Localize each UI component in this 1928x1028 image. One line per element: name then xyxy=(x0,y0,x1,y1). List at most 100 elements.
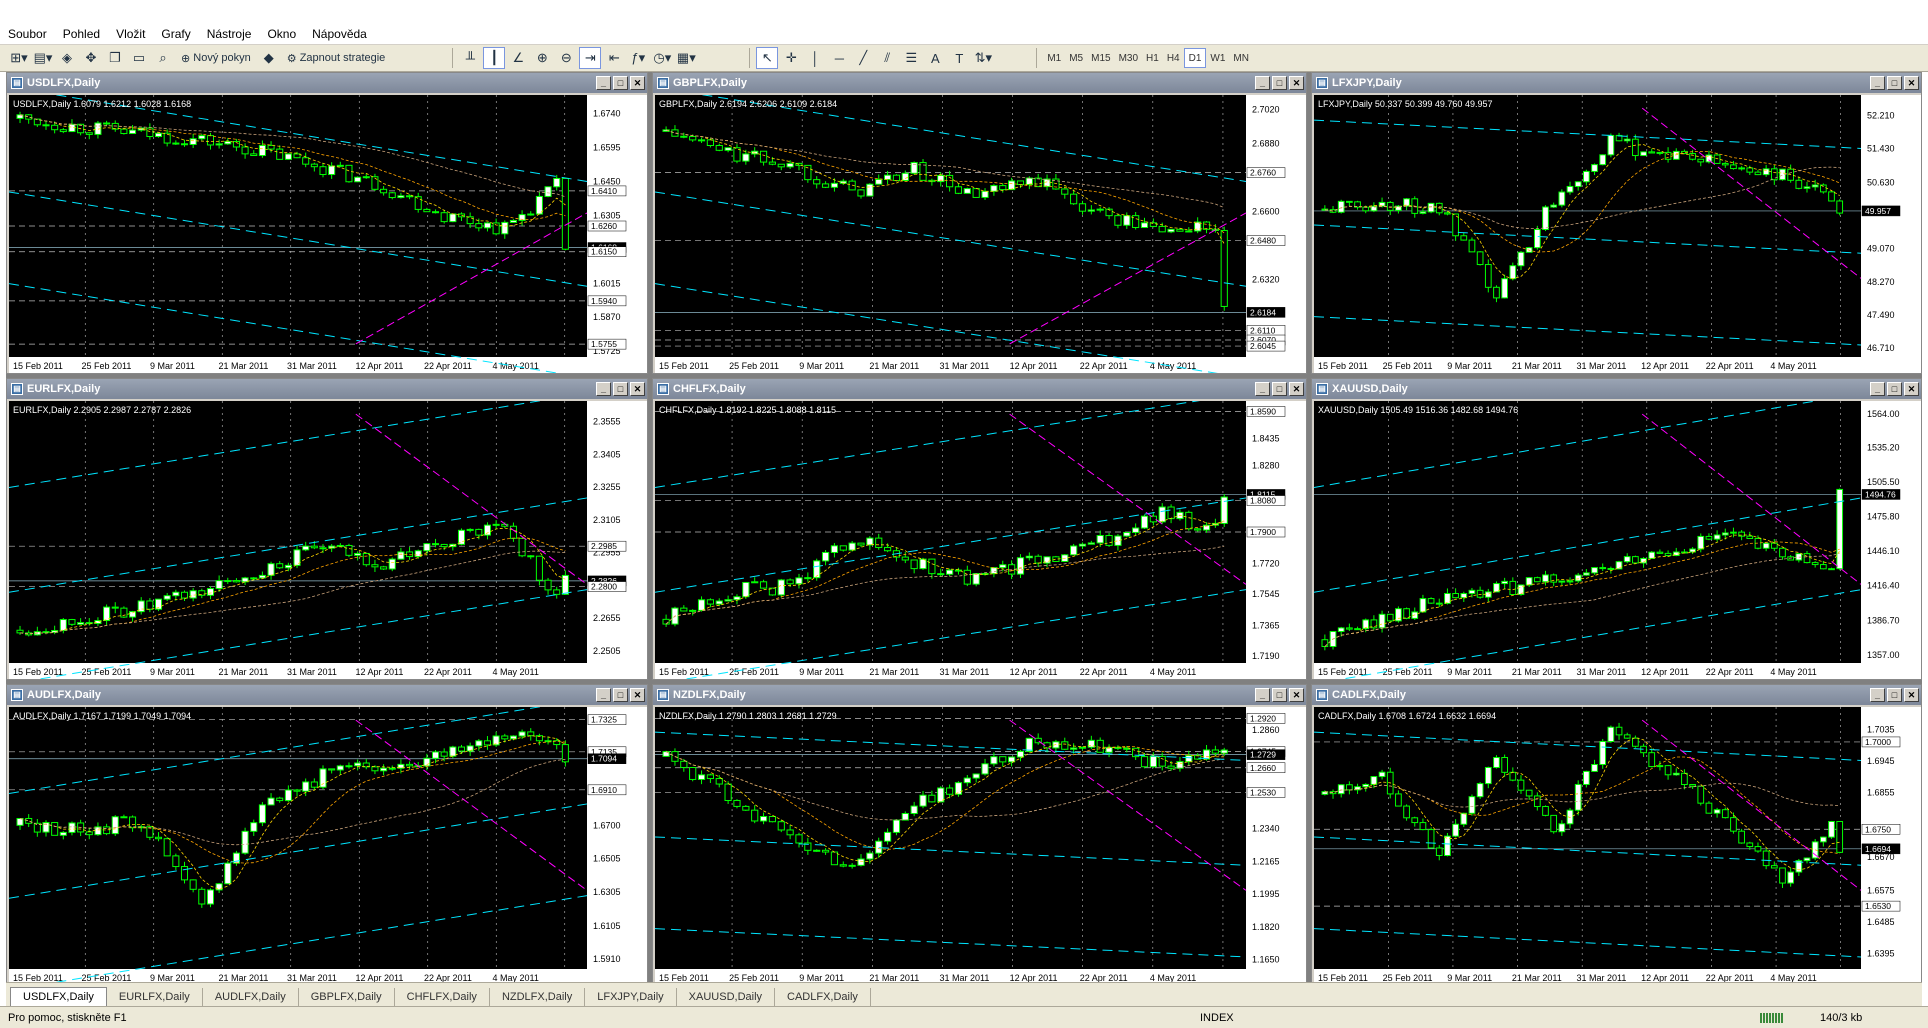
minimize-button[interactable]: _ xyxy=(596,382,611,396)
candle-chart-icon[interactable]: ┃ xyxy=(483,47,506,69)
minimize-button[interactable]: _ xyxy=(596,688,611,702)
chart-shift-icon[interactable]: ⇤ xyxy=(603,47,625,69)
close-button[interactable]: ✕ xyxy=(630,382,645,396)
text-tool[interactable]: A xyxy=(924,47,946,69)
chart-titlebar[interactable]: ▤ LFXJPY,Daily _ □ ✕ xyxy=(1312,73,1921,93)
close-button[interactable]: ✕ xyxy=(630,76,645,90)
close-button[interactable]: ✕ xyxy=(1289,382,1304,396)
maximize-button[interactable]: □ xyxy=(1272,76,1287,90)
chart-window[interactable]: ▤ AUDLFX,Daily _ □ ✕ 15 Feb 2011 25 Feb 2011 9 … xyxy=(6,684,648,986)
zoom-out-icon[interactable]: ⊖ xyxy=(555,47,577,69)
periods-icon[interactable]: ◷▾ xyxy=(651,47,673,69)
bar-chart-icon[interactable]: ╨ xyxy=(459,47,481,69)
close-button[interactable]: ✕ xyxy=(1289,688,1304,702)
chart-window[interactable]: ▤ GBPLFX,Daily _ □ ✕ 15 Feb 2011 25 Feb 2011 9 … xyxy=(652,72,1307,374)
chart-window[interactable]: ▤ EURLFX,Daily _ □ ✕ 15 Feb 2011 25 Feb 2011 9 … xyxy=(6,378,648,680)
menu-file[interactable]: Soubor xyxy=(8,27,47,41)
menu-view[interactable]: Pohled xyxy=(63,27,100,41)
timeframe-mn[interactable]: MN xyxy=(1229,48,1253,68)
indicators-icon[interactable]: ƒ▾ xyxy=(627,47,649,69)
minimize-button[interactable]: _ xyxy=(1870,76,1885,90)
menu-insert[interactable]: Vložit xyxy=(116,27,145,41)
chart-window[interactable]: ▤ NZDLFX,Daily _ □ ✕ 15 Feb 2011 25 Feb 2011 9 … xyxy=(652,684,1307,986)
price-chart[interactable]: 15 Feb 2011 25 Feb 2011 9 Mar 2011 21 Mar 2… xyxy=(655,401,1306,679)
timeframe-h4[interactable]: H4 xyxy=(1163,48,1184,68)
tab-nzdlfx[interactable]: NZDLFX,Daily xyxy=(490,988,586,1006)
tab-usdlfx[interactable]: USDLFX,Daily xyxy=(10,987,107,1006)
tab-gbplfx[interactable]: GBPLFX,Daily xyxy=(299,988,395,1006)
fibonacci-icon[interactable]: ☰ xyxy=(900,47,922,69)
new-order-button[interactable]: ⊕ Nový pokyn xyxy=(176,47,256,69)
horizontal-line-icon[interactable]: ─ xyxy=(828,47,850,69)
chart-titlebar[interactable]: ▤ AUDLFX,Daily _ □ ✕ xyxy=(7,685,647,705)
menu-tools[interactable]: Nástroje xyxy=(207,27,252,41)
arrows-icon[interactable]: ⇅▾ xyxy=(972,47,994,69)
timeframe-h1[interactable]: H1 xyxy=(1142,48,1163,68)
minimize-button[interactable]: _ xyxy=(1255,382,1270,396)
vertical-line-icon[interactable]: │ xyxy=(804,47,826,69)
close-button[interactable]: ✕ xyxy=(1289,76,1304,90)
cursor-icon[interactable]: ↖ xyxy=(756,47,779,69)
maximize-button[interactable]: □ xyxy=(1887,76,1902,90)
price-chart[interactable]: 15 Feb 2011 25 Feb 2011 9 Mar 2011 21 Mar 2… xyxy=(655,95,1306,373)
tab-xauusd[interactable]: XAUUSD,Daily xyxy=(677,988,776,1006)
tab-audlfx[interactable]: AUDLFX,Daily xyxy=(203,988,299,1006)
maximize-button[interactable]: □ xyxy=(1272,688,1287,702)
chart-titlebar[interactable]: ▤ XAUUSD,Daily _ □ ✕ xyxy=(1312,379,1921,399)
maximize-button[interactable]: □ xyxy=(613,76,628,90)
chart-titlebar[interactable]: ▤ NZDLFX,Daily _ □ ✕ xyxy=(653,685,1306,705)
price-chart[interactable]: 15 Feb 2011 25 Feb 2011 9 Mar 2011 21 Mar 2… xyxy=(9,95,647,373)
zoom-in-icon[interactable]: ⊕ xyxy=(531,47,553,69)
line-chart-icon[interactable]: ∠ xyxy=(507,47,529,69)
terminal-icon[interactable]: ▭ xyxy=(128,47,150,69)
label-icon[interactable]: T xyxy=(948,47,970,69)
profiles-icon[interactable]: ▤▾ xyxy=(32,47,54,69)
timeframe-m5[interactable]: M5 xyxy=(1065,48,1087,68)
chart-window[interactable]: ▤ CHFLFX,Daily _ □ ✕ 15 Feb 2011 25 Feb 2011 9 … xyxy=(652,378,1307,680)
tab-eurlfx[interactable]: EURLFX,Daily xyxy=(107,988,203,1006)
minimize-button[interactable]: _ xyxy=(1870,382,1885,396)
price-chart[interactable]: 15 Feb 2011 25 Feb 2011 9 Mar 2011 21 Mar 2… xyxy=(655,707,1306,985)
chart-titlebar[interactable]: ▤ EURLFX,Daily _ □ ✕ xyxy=(7,379,647,399)
close-button[interactable]: ✕ xyxy=(630,688,645,702)
templates-icon[interactable]: ▦▾ xyxy=(675,47,697,69)
price-chart[interactable]: 15 Feb 2011 25 Feb 2011 9 Mar 2011 21 Mar 2… xyxy=(1314,401,1921,679)
minimize-button[interactable]: _ xyxy=(596,76,611,90)
timeframe-m30[interactable]: M30 xyxy=(1115,48,1142,68)
maximize-button[interactable]: □ xyxy=(1887,382,1902,396)
folder-icon[interactable]: ❐ xyxy=(104,47,126,69)
menu-help[interactable]: Nápověda xyxy=(312,27,367,41)
close-button[interactable]: ✕ xyxy=(1904,76,1919,90)
price-chart[interactable]: 15 Feb 2011 25 Feb 2011 9 Mar 2011 21 Mar 2… xyxy=(1314,707,1921,985)
chart-titlebar[interactable]: ▤ GBPLFX,Daily _ □ ✕ xyxy=(653,73,1306,93)
price-chart[interactable]: 15 Feb 2011 25 Feb 2011 9 Mar 2011 21 Mar 2… xyxy=(9,401,647,679)
timeframe-w1[interactable]: W1 xyxy=(1206,48,1229,68)
chart-window[interactable]: ▤ USDLFX,Daily _ □ ✕ 15 Feb 2011 25 Feb 2011 9 … xyxy=(6,72,648,374)
timeframe-m15[interactable]: M15 xyxy=(1087,48,1114,68)
market-watch-icon[interactable]: ◈ xyxy=(56,47,78,69)
timeframe-m1[interactable]: M1 xyxy=(1043,48,1065,68)
new-chart-icon[interactable]: ⊞▾ xyxy=(8,47,30,69)
menu-charts[interactable]: Grafy xyxy=(161,27,190,41)
price-chart[interactable]: 15 Feb 2011 25 Feb 2011 9 Mar 2011 21 Mar 2… xyxy=(9,707,647,985)
tab-cadlfx[interactable]: CADLFX,Daily xyxy=(775,988,871,1006)
tab-lfxjpy[interactable]: LFXJPY,Daily xyxy=(585,988,677,1006)
maximize-button[interactable]: □ xyxy=(613,688,628,702)
tab-chflfx[interactable]: CHFLFX,Daily xyxy=(395,988,490,1006)
minimize-button[interactable]: _ xyxy=(1255,688,1270,702)
maximize-button[interactable]: □ xyxy=(613,382,628,396)
tester-icon[interactable]: ⌕ xyxy=(152,47,174,69)
minimize-button[interactable]: _ xyxy=(1255,76,1270,90)
chart-window[interactable]: ▤ XAUUSD,Daily _ □ ✕ 15 Feb 2011 25 Feb 2011 9 … xyxy=(1311,378,1922,680)
trendline-icon[interactable]: ╱ xyxy=(852,47,874,69)
close-button[interactable]: ✕ xyxy=(1904,382,1919,396)
metaeditor-icon[interactable]: ◆ xyxy=(258,47,280,69)
navigator-icon[interactable]: ✥ xyxy=(80,47,102,69)
maximize-button[interactable]: □ xyxy=(1272,382,1287,396)
chart-titlebar[interactable]: ▤ USDLFX,Daily _ □ ✕ xyxy=(7,73,647,93)
chart-titlebar[interactable]: ▤ CADLFX,Daily _ □ ✕ xyxy=(1312,685,1921,705)
price-chart[interactable]: 15 Feb 2011 25 Feb 2011 9 Mar 2011 21 Mar 2… xyxy=(1314,95,1921,373)
chart-window[interactable]: ▤ LFXJPY,Daily _ □ ✕ 15 Feb 2011 25 Feb 2011 9 … xyxy=(1311,72,1922,374)
chart-titlebar[interactable]: ▤ CHFLFX,Daily _ □ ✕ xyxy=(653,379,1306,399)
channel-icon[interactable]: ⫽ xyxy=(876,47,898,69)
